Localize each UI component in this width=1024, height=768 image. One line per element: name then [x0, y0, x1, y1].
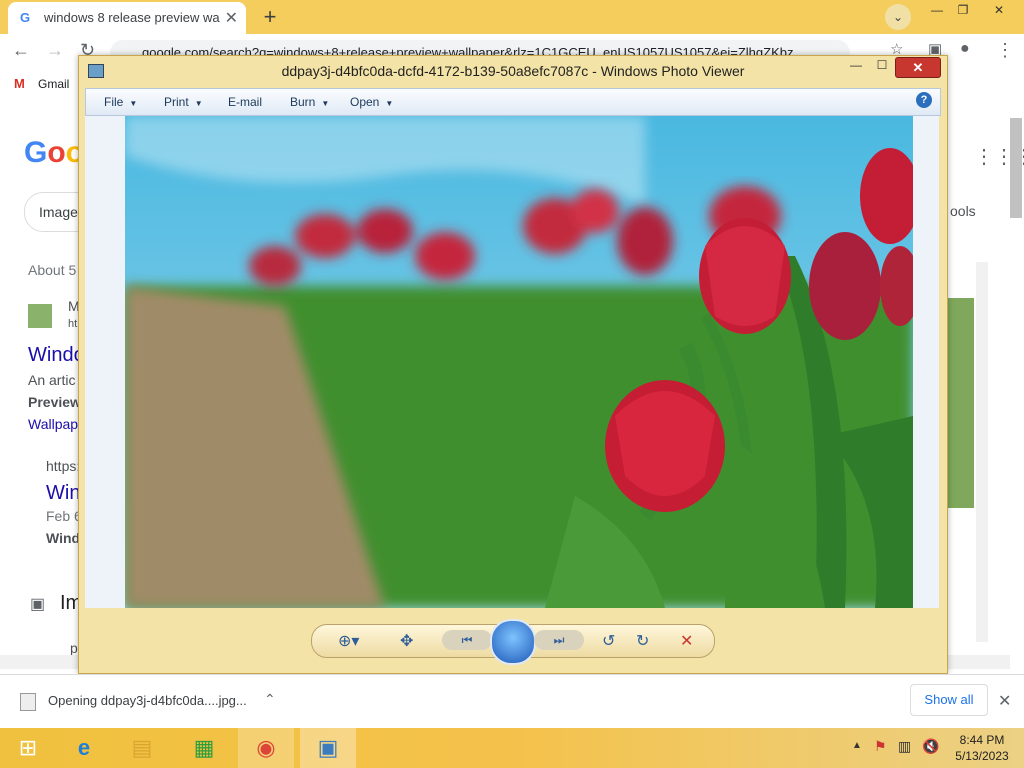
slideshow-button[interactable] [490, 619, 536, 665]
new-tab-button[interactable]: + [256, 4, 284, 30]
file-icon [20, 693, 36, 711]
chevron-up-icon[interactable]: ⌃ [264, 691, 276, 708]
result-url: https: [46, 458, 81, 474]
delete-icon[interactable]: ✕ [680, 631, 693, 651]
viewer-minimize-button[interactable]: — [843, 58, 869, 76]
tulip-photo [125, 116, 913, 608]
result-title-link[interactable]: Windo [28, 344, 85, 367]
tab-title: windows 8 release preview wallp [44, 10, 220, 25]
results-scrollbar[interactable] [976, 262, 988, 642]
browser-tab[interactable]: G windows 8 release preview wallp ✕ [8, 2, 246, 34]
page-scrollbar-thumb[interactable] [1010, 118, 1022, 218]
dropdown-arrow-icon: ▼ [194, 99, 203, 108]
result-sublink[interactable]: Wallpap [28, 416, 78, 432]
download-bar: Opening ddpay3j-d4bfc0da....jpg... ⌃ ✕ [0, 674, 1024, 729]
network-icon[interactable]: ▥ [898, 738, 911, 755]
clock-time: 8:44 PM [959, 733, 1005, 747]
viewer-maximize-button[interactable]: ☐ [869, 58, 895, 76]
back-arrow-icon[interactable]: ← [12, 40, 30, 61]
chrome-restore-button[interactable]: ❐ [950, 2, 976, 18]
viewer-close-button[interactable]: ✕ [895, 57, 941, 78]
chrome-close-button[interactable]: ✕ [986, 2, 1012, 18]
menu-file[interactable]: File ▼ [104, 95, 137, 109]
viewer-control-bar: ⊕▾ ✥ ⏮ ⏭ ↺ ↻ ✕ [311, 619, 715, 665]
image-icon: ▣ [30, 596, 46, 613]
tab-search-button[interactable]: ⌄ [885, 4, 911, 30]
result-date: Feb 6 [46, 508, 82, 524]
actual-size-icon[interactable]: ✥ [400, 631, 413, 651]
photo-viewer-window: ddpay3j-d4bfc0da-dcfd-4172-b139-50a8efc7… [78, 55, 948, 674]
menu-print[interactable]: Print ▼ [164, 95, 203, 109]
chrome-taskbar-icon[interactable]: ◉ [238, 728, 294, 768]
close-tab-icon[interactable]: ✕ [225, 8, 238, 28]
file-explorer-icon[interactable]: ▤ [114, 728, 170, 768]
chrome-minimize-button[interactable]: — [924, 2, 950, 18]
zoom-icon[interactable]: ⊕▾ [338, 631, 359, 651]
store-icon[interactable]: ▦ [176, 728, 232, 768]
menu-email[interactable]: E-mail [228, 95, 262, 109]
gmail-icon: M [14, 76, 25, 91]
result-url: ht [68, 318, 78, 330]
volume-muted-icon[interactable]: 🔇 [922, 738, 939, 755]
photo-viewer-taskbar-icon[interactable]: ▣ [300, 728, 356, 768]
show-all-button[interactable]: Show all [910, 684, 988, 716]
menu-open[interactable]: Open ▼ [350, 95, 393, 109]
photo-viewer-titlebar[interactable]: ddpay3j-d4bfc0da-dcfd-4172-b139-50a8efc7… [79, 56, 947, 86]
google-favicon-icon: G [20, 10, 31, 25]
system-clock[interactable]: 8:44 PM 5/13/2023 [950, 732, 1014, 764]
result-thumbnail [28, 304, 52, 328]
photo-canvas [85, 116, 939, 608]
forward-arrow-icon[interactable]: → [46, 40, 64, 61]
photo-viewer-title: ddpay3j-d4bfc0da-dcfd-4172-b139-50a8efc7… [281, 63, 745, 79]
close-download-bar-icon[interactable]: ✕ [998, 691, 1011, 711]
tray-overflow-icon[interactable]: ▲ [852, 740, 862, 751]
bookmark-gmail[interactable]: Gmail [38, 77, 69, 91]
start-windows-icon[interactable]: ⊞ [0, 728, 56, 768]
tools-button[interactable]: ools [950, 203, 976, 219]
profile-avatar-icon[interactable]: ● [960, 40, 970, 58]
result-title-link[interactable]: Win [46, 482, 80, 505]
google-logo[interactable]: Goo [24, 136, 84, 170]
rotate-clockwise-icon[interactable]: ↻ [636, 631, 649, 651]
viewer-menu-bar: File ▼ Print ▼ E-mail Burn ▼ Open ▼ ? [85, 88, 941, 116]
help-icon[interactable]: ? [916, 92, 932, 108]
dropdown-arrow-icon: ▼ [385, 99, 394, 108]
result-snippet: An artic [28, 372, 76, 388]
results-count: About 5 [28, 262, 77, 278]
result-snippet: Preview [28, 394, 81, 410]
download-item-text[interactable]: Opening ddpay3j-d4bfc0da....jpg... [48, 693, 247, 708]
image-result-thumbnail[interactable] [944, 298, 974, 508]
action-center-flag-icon[interactable]: ⚑ [874, 738, 887, 755]
dropdown-arrow-icon: ▼ [129, 99, 138, 108]
previous-button[interactable]: ⏮ [442, 630, 492, 650]
menu-burn[interactable]: Burn ▼ [290, 95, 329, 109]
result-snippet: Wind [46, 530, 81, 546]
chrome-menu-icon[interactable]: ⋮ [996, 40, 1014, 61]
dropdown-arrow-icon: ▼ [321, 99, 330, 108]
rotate-counterclockwise-icon[interactable]: ↺ [602, 631, 615, 651]
result-snippet: p [70, 640, 78, 656]
next-button[interactable]: ⏭ [534, 630, 584, 650]
internet-explorer-icon[interactable]: e [56, 728, 112, 768]
clock-date: 5/13/2023 [955, 749, 1009, 763]
taskbar: ⊞ e ▤ ▦ ◉ ▣ ▲ ⚑ ▥ 🔇 8:44 PM 5/13/2023 [0, 728, 1024, 768]
